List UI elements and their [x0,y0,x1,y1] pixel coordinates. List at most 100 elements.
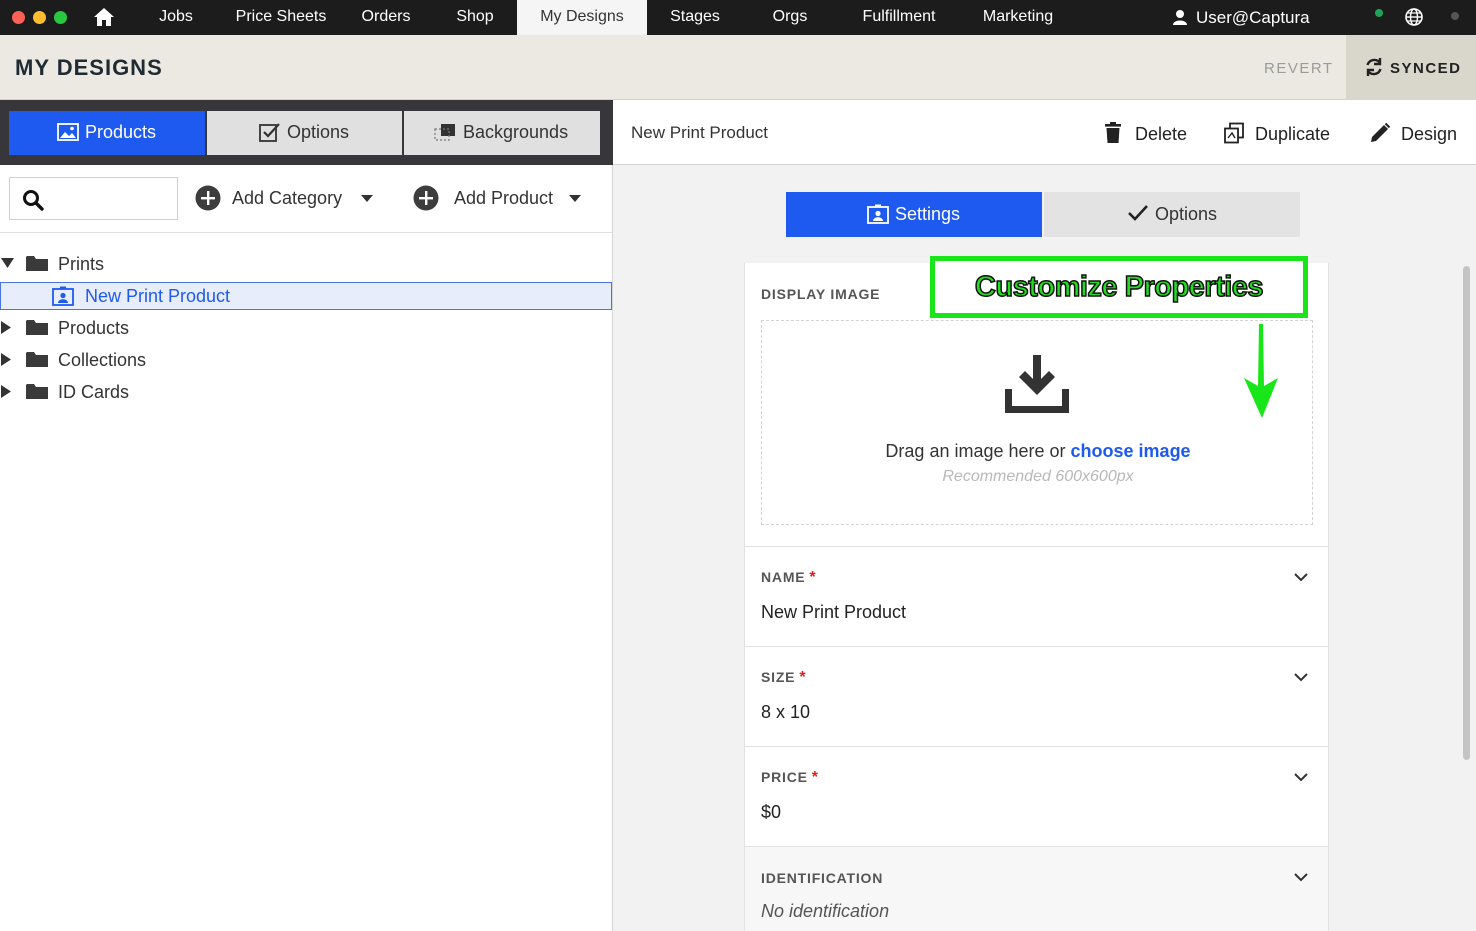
image-icon [57,123,79,141]
caret-right-icon[interactable] [1,321,11,334]
pencil-icon [1371,122,1391,142]
duplicate-icon [1224,122,1244,144]
window-close-button[interactable] [12,11,25,24]
price-field-value[interactable]: $0 [761,802,781,823]
recommended-size-text: Recommended 600x600px [942,468,1134,485]
image-dropzone[interactable]: Drag an image here or choose image Recom… [761,320,1313,525]
chevron-down-icon[interactable] [1294,572,1308,582]
sync-icon [1366,58,1382,76]
product-header: New Print Product Delete Duplicate Desig… [613,100,1476,165]
portrait-icon [52,286,74,306]
size-label-text: SIZE [761,669,796,685]
choose-image-link[interactable]: choose image [1071,441,1191,461]
scrollbar-thumb[interactable] [1463,266,1470,760]
drag-text: Drag an image here or choose image [762,441,1314,462]
name-field-value[interactable]: New Print Product [761,602,906,623]
nav-marketing[interactable]: Marketing [970,0,1066,35]
synced-button[interactable]: SYNCED [1346,35,1476,100]
user-name: User@Captura [1196,8,1310,27]
add-product-button[interactable]: Add Product [413,185,588,211]
caret-right-icon[interactable] [1,353,11,366]
nav-orgs[interactable]: Orgs [760,0,820,35]
subtab-settings-label: Settings [895,204,961,224]
folder-icon [26,384,48,399]
required-marker: * [809,569,817,586]
size-field-label: SIZE * [761,669,806,687]
nav-jobs[interactable]: Jobs [140,0,212,35]
search-input[interactable] [54,186,169,212]
chevron-down-icon[interactable] [1294,872,1308,882]
globe-icon[interactable] [1404,7,1424,32]
display-image-label: DISPLAY IMAGE [761,286,881,302]
caret-down-icon[interactable] [569,195,581,203]
subtab-options[interactable]: Options [1044,192,1300,237]
section-divider [745,746,1328,747]
caret-down-icon[interactable] [1,258,14,268]
check-icon [1128,205,1148,221]
plus-circle-icon [195,185,221,211]
product-name: New Print Product [631,123,768,142]
green-arrow-icon [1244,324,1278,418]
tree-item-prints[interactable]: Prints [0,250,612,278]
tab-backgrounds[interactable]: Backgrounds [404,111,600,155]
tab-backgrounds-label: Backgrounds [463,122,569,142]
nav-my-designs[interactable]: My Designs [517,0,647,35]
design-button[interactable]: Design [1369,121,1459,145]
top-nav: Jobs Price Sheets Orders Shop My Designs… [0,0,1476,35]
status-indicator [1375,9,1383,17]
delete-label: Delete [1135,124,1188,144]
backgrounds-icon [434,124,455,141]
content-scrollbar[interactable] [1461,262,1473,931]
tree-item-label: Collections [58,350,147,370]
window-zoom-button[interactable] [54,11,67,24]
home-icon[interactable] [92,6,116,28]
tree-item-label: Prints [58,254,105,274]
add-category-button[interactable]: Add Category [195,185,380,211]
nav-shop[interactable]: Shop [442,0,508,35]
tree-item-collections[interactable]: Collections [0,346,612,374]
section-divider [745,646,1328,647]
nav-stages[interactable]: Stages [657,0,733,35]
tab-options[interactable]: Options [207,111,402,155]
tree-item-id-cards[interactable]: ID Cards [0,378,612,406]
price-label-text: PRICE [761,769,808,785]
drag-text-prefix: Drag an image here or [885,441,1071,461]
revert-button[interactable]: REVERT [1264,60,1334,77]
window-minimize-button[interactable] [33,11,46,24]
caret-right-icon[interactable] [1,385,11,398]
identification-field-value[interactable]: No identification [761,901,889,922]
status-indicator-2 [1451,12,1459,20]
tree-item-label: New Print Product [85,286,231,306]
toolbar-divider [0,232,612,233]
tree-item-new-print-product[interactable]: New Print Product [0,282,612,310]
duplicate-button[interactable]: Duplicate [1223,121,1338,145]
tree-item-label: Products [58,318,130,338]
page-title: MY DESIGNS [15,55,163,80]
callout-text: Customize Properties [974,270,1264,304]
tree-item-label: ID Cards [58,382,130,402]
delete-button[interactable]: Delete [1104,121,1189,145]
subtab-options-label: Options [1155,204,1218,224]
caret-down-icon[interactable] [361,195,373,203]
tree-item-products[interactable]: Products [0,314,612,342]
required-marker: * [811,769,819,786]
nav-price-sheets[interactable]: Price Sheets [222,0,340,35]
size-field-value[interactable]: 8 x 10 [761,702,810,723]
chevron-down-icon[interactable] [1294,772,1308,782]
price-field-label: PRICE * [761,769,819,787]
identification-field-label: IDENTIFICATION [761,870,884,886]
user-menu[interactable]: User@Captura [1172,0,1310,35]
user-icon [1173,10,1187,25]
nav-fulfillment[interactable]: Fulfillment [849,0,949,35]
search-box[interactable] [9,177,178,220]
tab-products[interactable]: Products [9,111,205,155]
customize-properties-callout: Customize Properties [930,256,1308,318]
section-divider [745,546,1328,547]
nav-orders[interactable]: Orders [350,0,422,35]
tab-options-label: Options [287,122,350,142]
chevron-down-icon[interactable] [1294,672,1308,682]
synced-label: SYNCED [1390,60,1462,77]
design-label: Design [1401,124,1458,144]
left-panel: Add Category Add Product Prints New Prin… [0,165,613,931]
subtab-settings[interactable]: Settings [786,192,1042,237]
